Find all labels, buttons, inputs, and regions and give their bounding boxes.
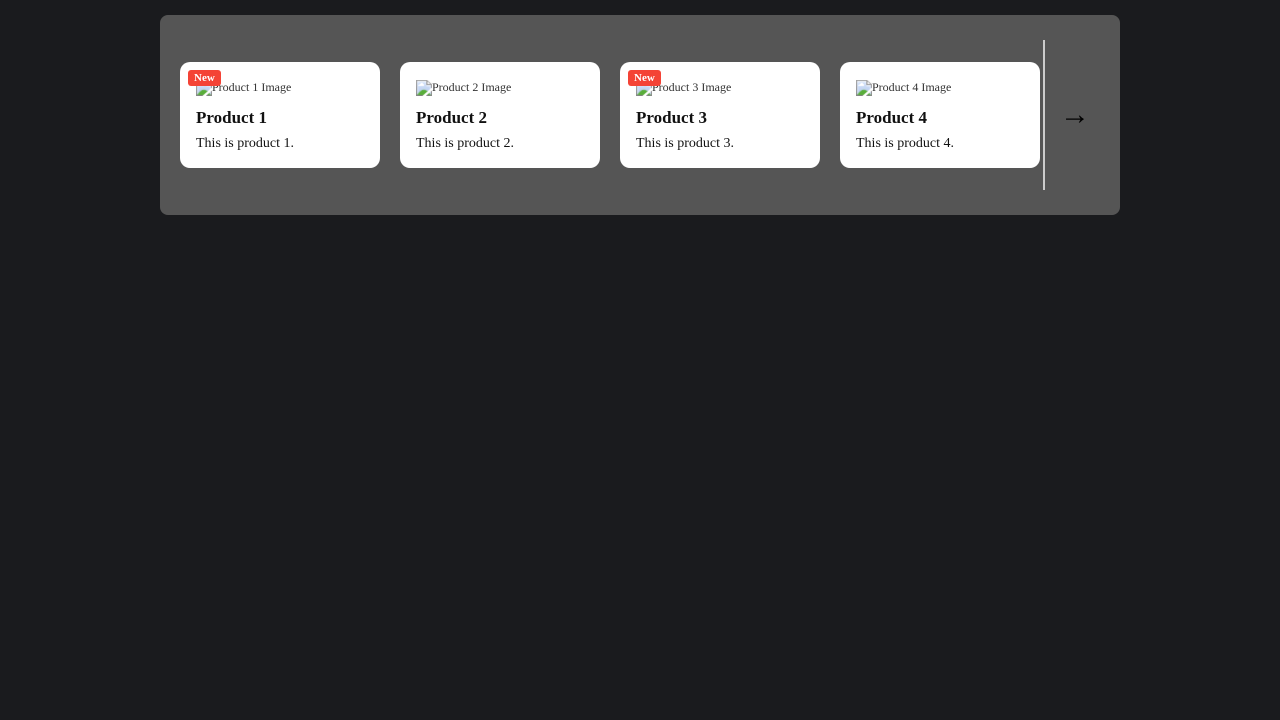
- carousel-container: New Product 1 This is product 1. Product…: [160, 15, 1120, 215]
- new-badge-3: New: [628, 70, 661, 86]
- product-description-1: This is product 1.: [196, 136, 364, 152]
- product-description-3: This is product 3.: [636, 136, 804, 152]
- carousel-track: New Product 1 This is product 1. Product…: [180, 62, 1043, 168]
- product-card-1: New Product 1 This is product 1.: [180, 62, 380, 168]
- product-title-1: Product 1: [196, 108, 364, 128]
- next-arrow-button[interactable]: →: [1050, 90, 1100, 140]
- product-card-2: Product 2 This is product 2.: [400, 62, 600, 168]
- product-card-4: Product 4 This is product 4.: [840, 62, 1040, 168]
- product-title-3: Product 3: [636, 108, 804, 128]
- product-image-2: [416, 80, 511, 96]
- product-description-2: This is product 2.: [416, 136, 584, 152]
- product-image-4: [856, 80, 951, 96]
- product-card-3: New Product 3 This is product 3.: [620, 62, 820, 168]
- product-title-2: Product 2: [416, 108, 584, 128]
- product-description-4: This is product 4.: [856, 136, 1024, 152]
- carousel-divider: [1043, 40, 1045, 190]
- product-title-4: Product 4: [856, 108, 1024, 128]
- new-badge-1: New: [188, 70, 221, 86]
